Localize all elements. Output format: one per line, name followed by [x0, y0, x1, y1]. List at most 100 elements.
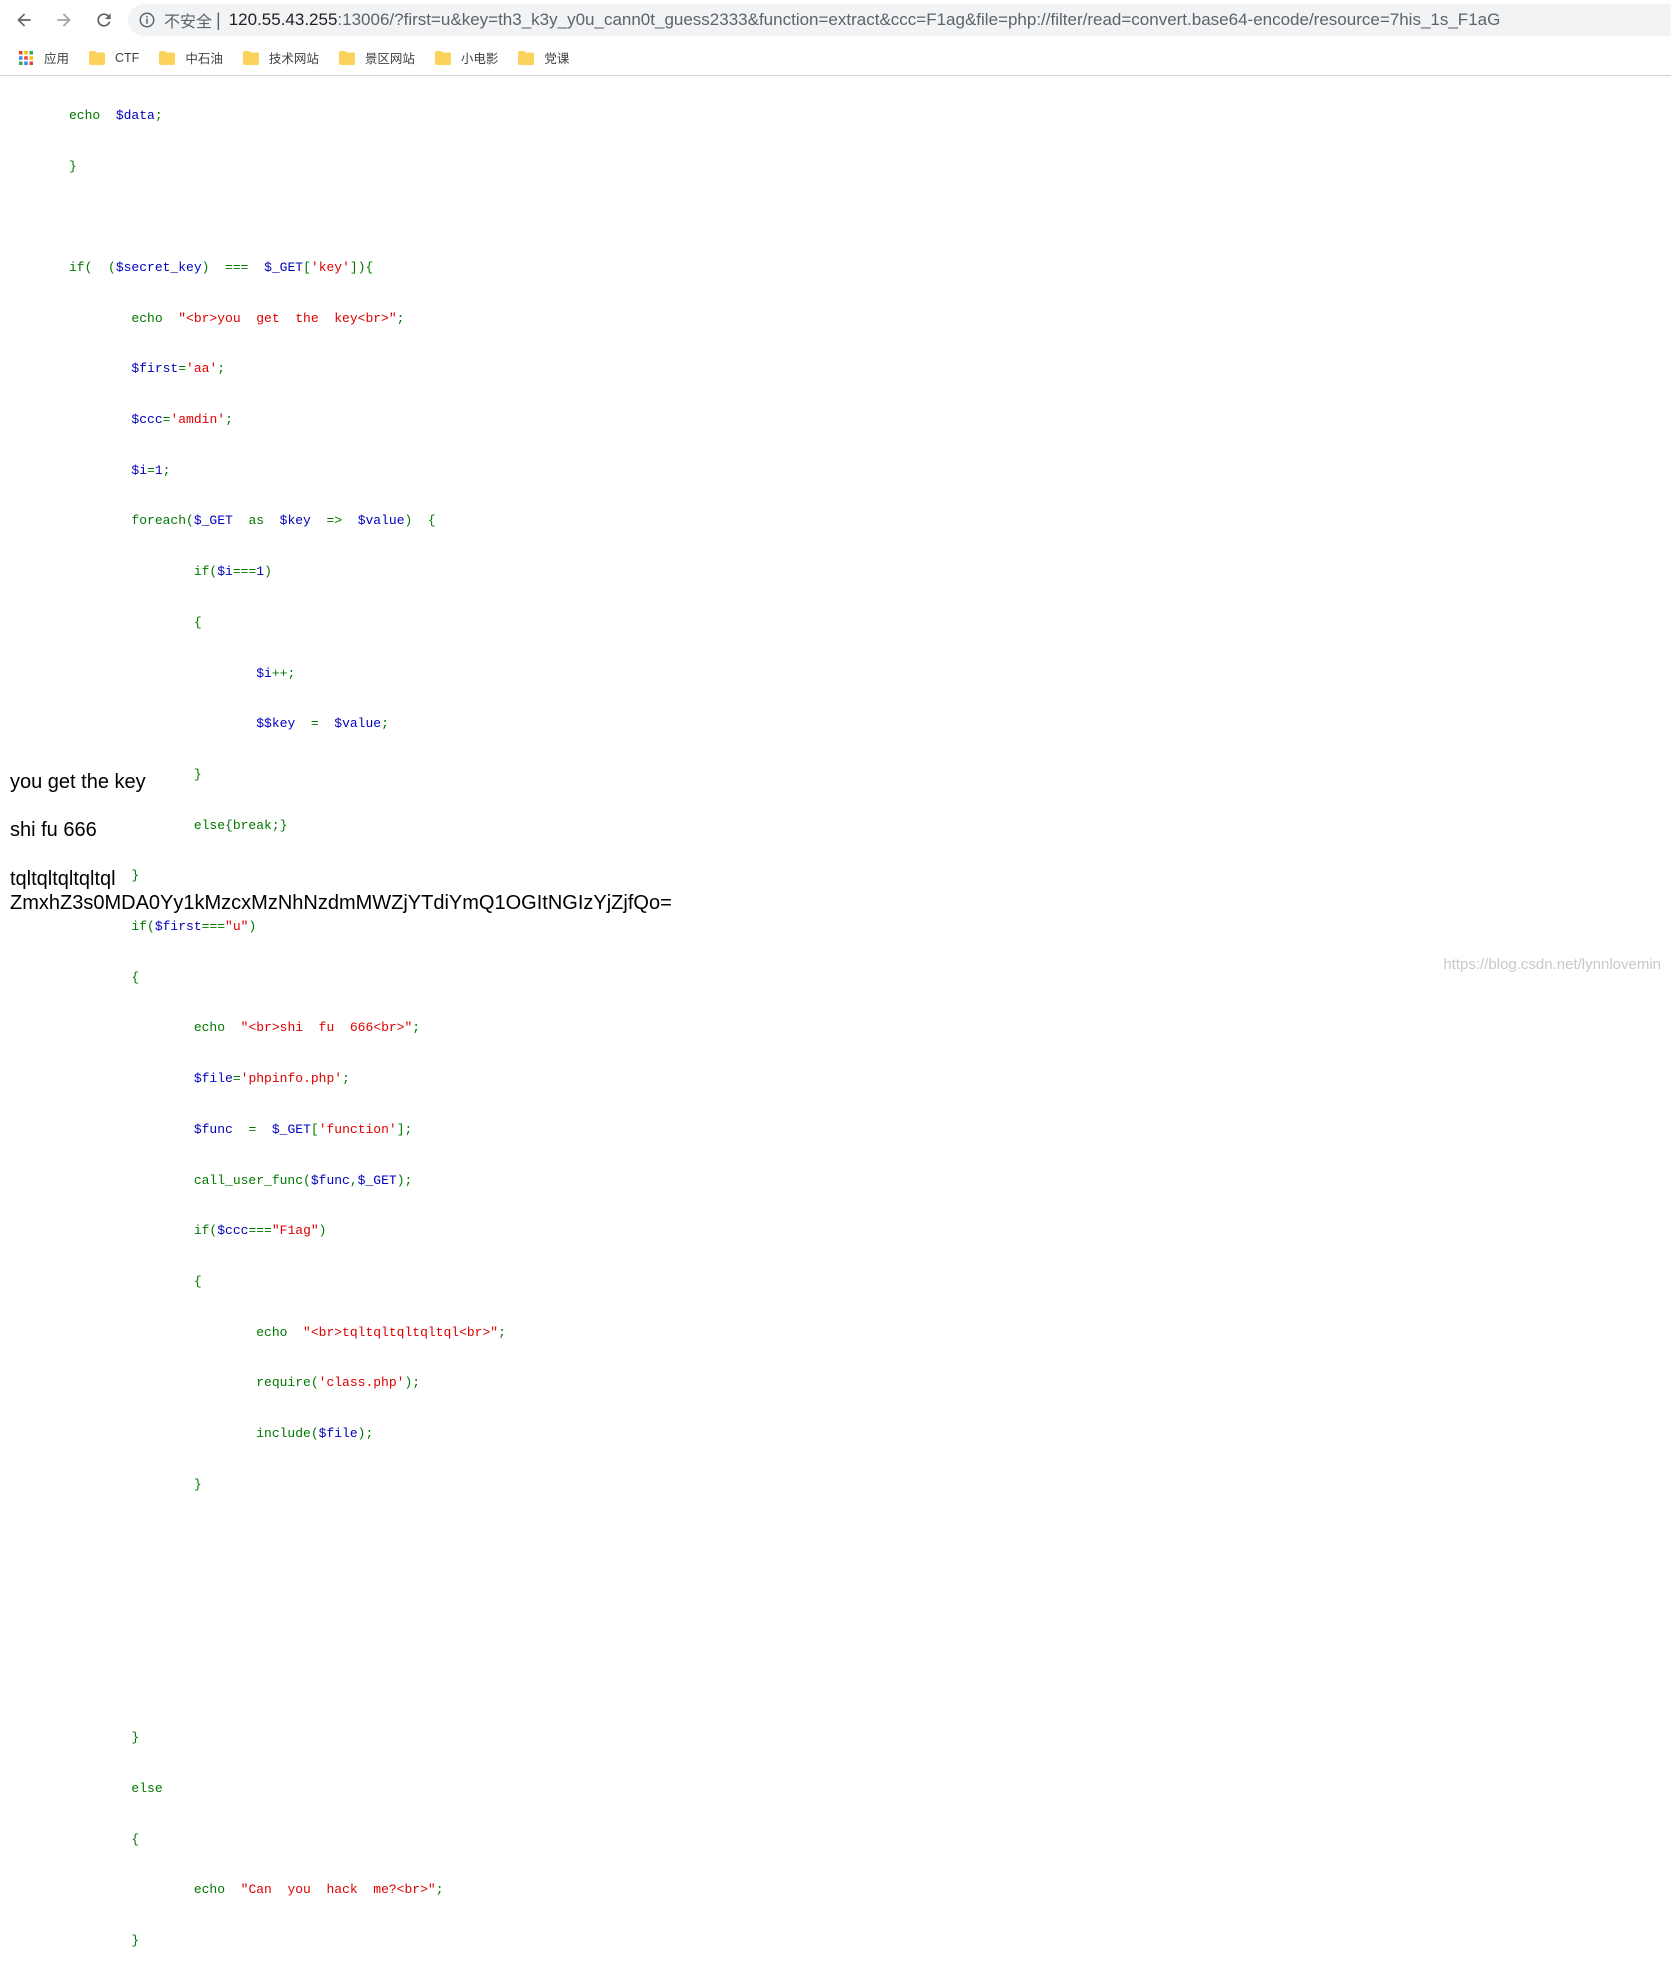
code-line: if($first==="u") [69, 919, 506, 936]
bookmark-scenic-sites[interactable]: 景区网站 [339, 44, 423, 72]
code-line: if($ccc==="F1ag") [69, 1223, 506, 1240]
bookmark-label: 中石油 [185, 48, 223, 67]
folder-icon [89, 51, 105, 65]
bookmark-label: CTF [115, 51, 139, 65]
code-token: ); [397, 1173, 413, 1188]
code-line: $i=1; [69, 463, 506, 480]
forward-button[interactable] [46, 2, 82, 38]
bookmark-movies[interactable]: 小电影 [435, 44, 507, 72]
code-token: === [248, 1223, 271, 1238]
code-token: 'aa' [186, 361, 217, 376]
code-token: echo [69, 1325, 303, 1340]
bookmark-apps[interactable]: 应用 [18, 44, 77, 72]
code-line: $i++; [69, 666, 506, 683]
back-button[interactable] [6, 2, 42, 38]
code-token: $data [116, 108, 155, 123]
code-token: "F1ag" [272, 1223, 319, 1238]
output-line-key: you get the key [10, 770, 146, 794]
code-token: { [69, 1832, 139, 1847]
code-token: ) [248, 919, 256, 934]
code-token: } [69, 1477, 202, 1492]
code-token: ; [381, 716, 389, 731]
folder-icon [339, 51, 355, 65]
code-token: else{break;} [69, 818, 287, 833]
code-token: $value [358, 513, 405, 528]
code-token: if( ( [69, 260, 116, 275]
bookmark-party-class[interactable]: 党课 [518, 44, 577, 72]
folder-icon [435, 51, 451, 65]
code-token: if( [69, 1223, 217, 1238]
code-line: { [69, 1274, 506, 1291]
code-token [69, 463, 131, 478]
code-token: $_GET [194, 513, 233, 528]
code-token: [ [311, 1122, 319, 1137]
code-token: ; [342, 1071, 350, 1086]
security-label[interactable]: 不安全 [164, 8, 212, 32]
code-token: $_GET [264, 260, 303, 275]
code-line: include($file); [69, 1426, 506, 1443]
code-line: echo $data; [69, 108, 506, 125]
code-token: ); [358, 1426, 374, 1441]
code-token: , [350, 1173, 358, 1188]
bookmark-label: 小电影 [461, 48, 499, 67]
code-line: $func = $_GET['function']; [69, 1122, 506, 1139]
code-token: [ [303, 260, 311, 275]
code-line [69, 1578, 506, 1595]
code-token: 1 [155, 463, 163, 478]
code-line: if($i===1) [69, 564, 506, 581]
code-token: 'key' [311, 260, 350, 275]
code-token: "u" [225, 919, 248, 934]
reload-button[interactable] [86, 2, 122, 38]
code-token: $key [264, 716, 295, 731]
code-line: if( ($secret_key) === $_GET['key']){ [69, 260, 506, 277]
code-line: foreach($_GET as $key => $value) { [69, 513, 506, 530]
code-line: echo "<br>tqltqltqltqltql<br>"; [69, 1325, 506, 1342]
code-token: === [202, 919, 225, 934]
code-token: $func [311, 1173, 350, 1188]
code-token: if( [69, 564, 217, 579]
info-icon[interactable] [138, 11, 156, 29]
address-separator: | [216, 10, 221, 31]
code-line: $file='phpinfo.php'; [69, 1071, 506, 1088]
bookmark-tech-sites[interactable]: 技术网站 [243, 44, 327, 72]
code-token: $file [319, 1426, 358, 1441]
url-host[interactable]: 120.55.43.255 [229, 10, 338, 30]
code-line: $ccc='amdin'; [69, 412, 506, 429]
code-token: ; [155, 108, 163, 123]
code-token: $_GET [358, 1173, 397, 1188]
code-token: ]){ [350, 260, 373, 275]
bookmark-zhongshiyou[interactable]: 中石油 [159, 44, 231, 72]
code-token [69, 1122, 194, 1137]
code-token: "<br>shi fu 666<br>" [241, 1020, 413, 1035]
code-line: call_user_func($func,$_GET); [69, 1173, 506, 1190]
code-token: $_GET [272, 1122, 311, 1137]
code-token: $first [155, 919, 202, 934]
code-line: $first='aa'; [69, 361, 506, 378]
code-line: { [69, 615, 506, 632]
code-token: echo [69, 1020, 241, 1035]
url-path[interactable]: :13006/?first=u&key=th3_k3y_y0u_cann0t_g… [337, 10, 1500, 30]
code-token: if( [69, 919, 155, 934]
code-token: { [69, 1274, 202, 1289]
code-token: => [311, 513, 358, 528]
address-bar[interactable]: 不安全 | 120.55.43.255 :13006/?first=u&key=… [128, 4, 1671, 36]
code-token: foreach( [69, 513, 194, 528]
code-token: include( [69, 1426, 319, 1441]
code-line: echo "<br>shi fu 666<br>"; [69, 1020, 506, 1037]
code-line: } [69, 159, 506, 176]
code-token: ++; [272, 666, 295, 681]
folder-icon [243, 51, 259, 65]
code-token: "<br>you get the key<br>" [178, 311, 396, 326]
code-token: { [69, 615, 202, 630]
bookmark-ctf[interactable]: CTF [89, 44, 147, 72]
code-line: echo "<br>you get the key<br>"; [69, 311, 506, 328]
code-token: "<br>tqltqltqltqltql<br>" [303, 1325, 498, 1340]
code-token: 'amdin' [170, 412, 225, 427]
code-token: require( [69, 1375, 319, 1390]
code-token: ); [404, 1375, 420, 1390]
code-token: 1 [256, 564, 264, 579]
code-line: echo "Can you hack me?<br>"; [69, 1882, 506, 1899]
code-token: } [69, 1933, 139, 1948]
code-token: $ccc [217, 1223, 248, 1238]
output-line-shifu: shi fu 666 [10, 818, 97, 842]
